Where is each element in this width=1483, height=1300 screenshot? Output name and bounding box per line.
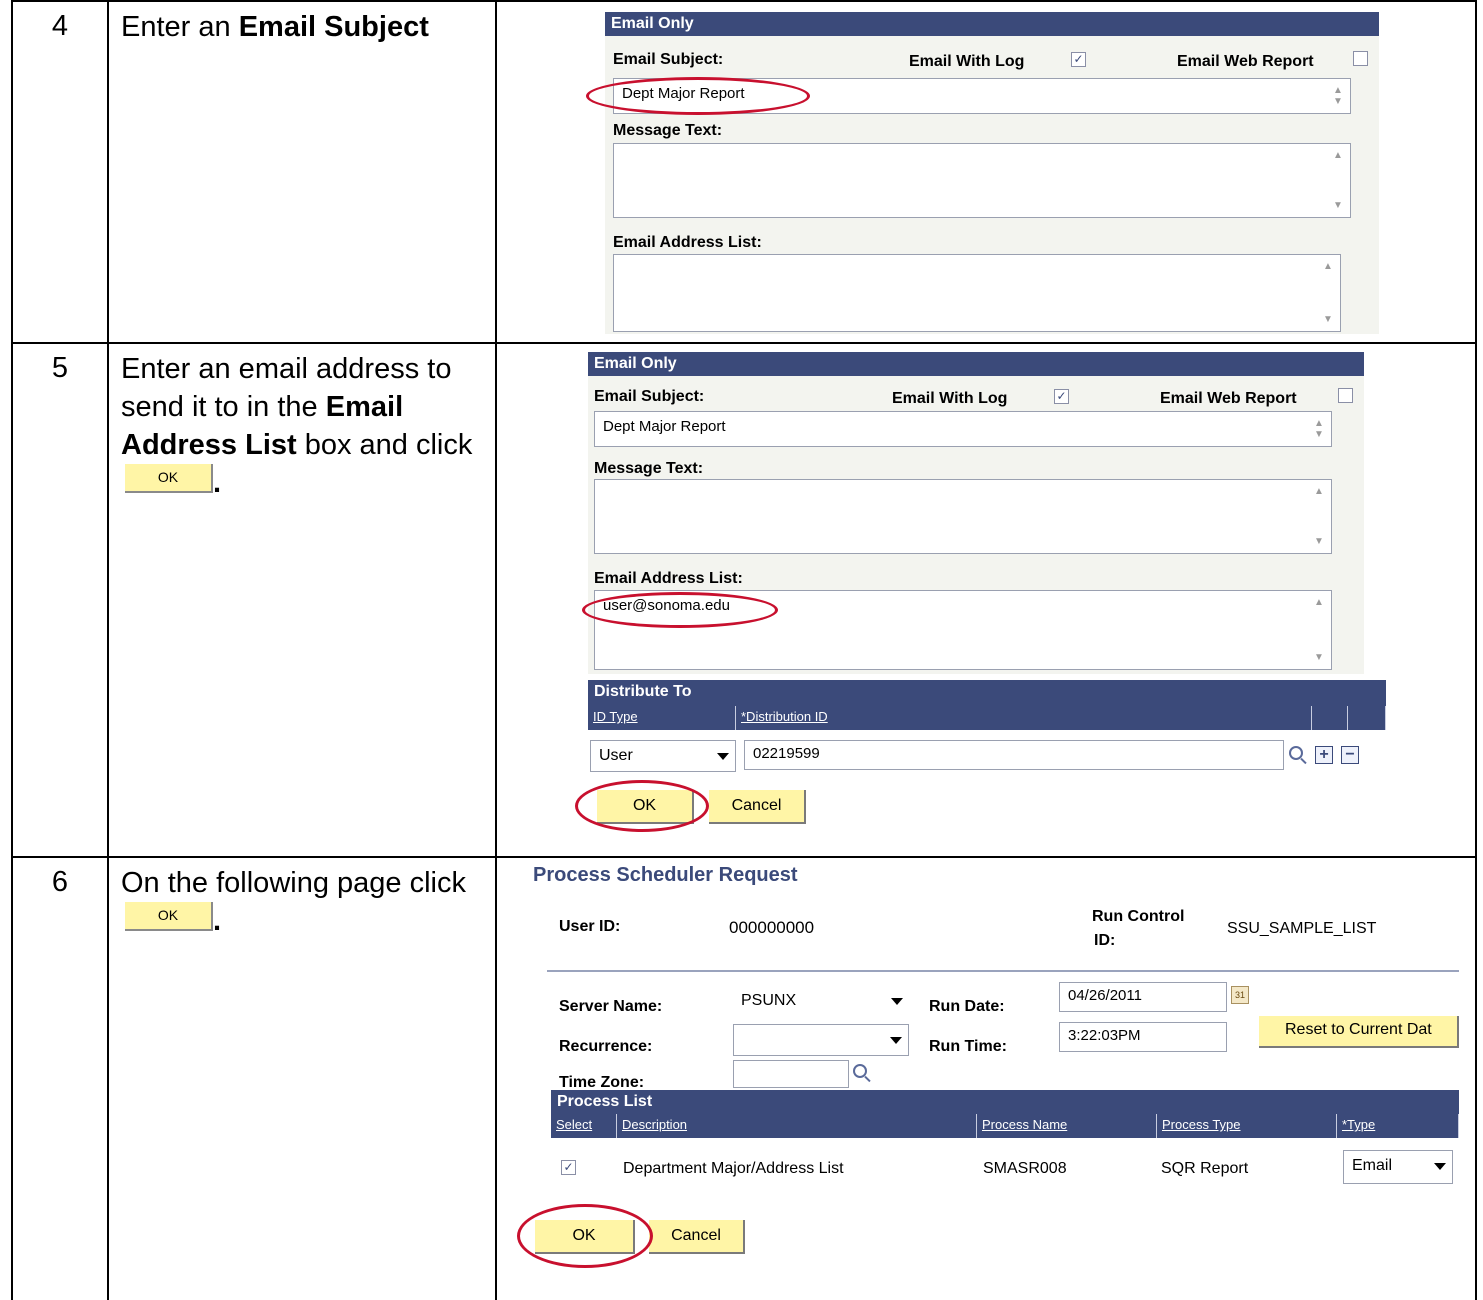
process-name: SMASR008 [983, 1160, 1067, 1177]
email-with-log-label: Email With Log [909, 53, 1025, 70]
recurrence-select[interactable] [733, 1024, 909, 1056]
step-row: 5 Enter an email address to send it to i… [11, 342, 1477, 858]
email-web-report-label: Email Web Report [1177, 53, 1314, 70]
process-list-header: Process List [551, 1090, 1459, 1114]
panel-header: Email Only [605, 12, 1379, 36]
ok-button-image: OK [125, 463, 213, 493]
step-screenshot: Email Only Email Subject: Email With Log… [495, 342, 1477, 858]
calendar-icon[interactable]: 31 [1231, 986, 1249, 1004]
step-instruction: On the following page click OK. [107, 856, 497, 1300]
search-icon[interactable] [1289, 746, 1303, 760]
column-process-type[interactable]: Process Type [1157, 1114, 1337, 1138]
remove-row-icon[interactable]: − [1341, 746, 1359, 764]
email-address-list-label: Email Address List: [613, 234, 762, 251]
step-instruction: Enter an Email Subject [107, 0, 497, 344]
email-subject-input[interactable]: Dept Major Report ▲ ▼ [594, 411, 1332, 447]
search-icon[interactable] [853, 1064, 867, 1078]
highlight-oval [575, 780, 709, 832]
chevron-down-icon [890, 1037, 902, 1044]
column-blank [1312, 706, 1348, 730]
time-zone-input[interactable] [733, 1060, 849, 1088]
select-checkbox[interactable]: ✓ [561, 1160, 576, 1175]
run-control-label: Run Control [1092, 908, 1185, 925]
email-subject-label: Email Subject: [594, 388, 705, 405]
column-process-name[interactable]: Process Name [977, 1114, 1157, 1138]
ok-button-image: OK [125, 901, 213, 931]
message-text-input[interactable]: ▲ ▼ [613, 143, 1351, 218]
email-only-panel: Email Only Email Subject: Email With Log… [582, 352, 1364, 674]
cancel-button[interactable]: Cancel [709, 790, 806, 824]
column-type[interactable]: *Type [1337, 1114, 1459, 1138]
divider [547, 970, 1459, 972]
scrollbar[interactable]: ▲ ▼ [1332, 148, 1346, 213]
highlight-oval [582, 592, 778, 628]
reset-to-current-date-button[interactable]: Reset to Current Dat [1259, 1016, 1459, 1048]
process-type: SQR Report [1161, 1160, 1249, 1177]
id-type-select[interactable]: User [590, 740, 736, 772]
user-id-label: User ID: [559, 918, 621, 935]
distribute-to-header: Distribute To [588, 680, 1386, 706]
chevron-down-icon [891, 998, 903, 1005]
add-row-icon[interactable]: + [1315, 746, 1333, 764]
column-description[interactable]: Description [617, 1114, 977, 1138]
step-screenshot: Process Scheduler Request User ID: 00000… [495, 856, 1477, 1300]
run-control-value: SSU_SAMPLE_LIST [1227, 920, 1377, 937]
chevron-down-icon [1434, 1163, 1446, 1170]
scrollbar[interactable]: ▲ ▼ [1313, 595, 1327, 665]
step-number: 4 [11, 0, 109, 344]
email-with-log-checkbox[interactable]: ✓ [1054, 389, 1069, 404]
message-text-label: Message Text: [594, 460, 704, 477]
step-screenshot: Email Only Email Subject: Email With Log… [495, 0, 1477, 344]
scrollbar[interactable]: ▲ ▼ [1313, 484, 1327, 549]
column-distribution-id[interactable]: *Distribution ID [736, 706, 1312, 730]
run-control-label-2: ID: [1094, 932, 1116, 949]
email-web-report-checkbox[interactable] [1353, 51, 1368, 66]
email-web-report-checkbox[interactable] [1338, 388, 1353, 403]
column-select[interactable]: Select [551, 1114, 617, 1138]
user-id-value: 000000000 [729, 918, 815, 937]
chevron-down-icon [717, 753, 729, 760]
step-row: 4 Enter an Email Subject Email Only Emai… [11, 0, 1477, 344]
type-select[interactable]: Email [1343, 1150, 1453, 1184]
message-text-input[interactable]: ▲ ▼ [594, 479, 1332, 554]
step-instruction: Enter an email address to send it to in … [107, 342, 497, 858]
recurrence-label: Recurrence: [559, 1038, 653, 1055]
process-description: Department Major/Address List [623, 1160, 844, 1177]
scrollbar[interactable]: ▲ ▼ [1313, 416, 1327, 442]
email-address-list-input[interactable]: ▲ ▼ [613, 254, 1341, 332]
server-name-select[interactable]: PSUNX [733, 986, 909, 1018]
step-number: 6 [11, 856, 109, 1300]
email-only-panel: Email Only Email Subject: Email With Log… [586, 12, 1379, 334]
step-row: 6 On the following page click OK. Proces… [11, 856, 1477, 1300]
page-title: Process Scheduler Request [533, 864, 798, 886]
run-date-label: Run Date: [929, 998, 1005, 1015]
step-number: 5 [11, 342, 109, 858]
instruction-table: 4 Enter an Email Subject Email Only Emai… [11, 0, 1477, 1300]
scrollbar[interactable]: ▲ ▼ [1332, 83, 1346, 109]
email-address-list-label: Email Address List: [594, 570, 743, 587]
scrollbar[interactable]: ▲ ▼ [1322, 259, 1336, 327]
panel-header: Email Only [588, 352, 1364, 376]
highlight-oval [586, 77, 810, 115]
distribution-id-input[interactable]: 02219599 [744, 740, 1284, 770]
highlight-oval [517, 1204, 653, 1268]
column-id-type[interactable]: ID Type [588, 706, 736, 730]
column-blank [1348, 706, 1386, 730]
run-date-input[interactable]: 04/26/2011 [1059, 982, 1227, 1012]
message-text-label: Message Text: [613, 122, 723, 139]
email-web-report-label: Email Web Report [1160, 390, 1297, 407]
run-time-input[interactable]: 3:22:03PM [1059, 1022, 1227, 1052]
email-subject-label: Email Subject: [613, 51, 724, 68]
email-with-log-label: Email With Log [892, 390, 1008, 407]
run-time-label: Run Time: [929, 1038, 1007, 1055]
cancel-button[interactable]: Cancel [649, 1220, 745, 1254]
server-name-label: Server Name: [559, 998, 663, 1015]
email-with-log-checkbox[interactable]: ✓ [1071, 52, 1086, 67]
